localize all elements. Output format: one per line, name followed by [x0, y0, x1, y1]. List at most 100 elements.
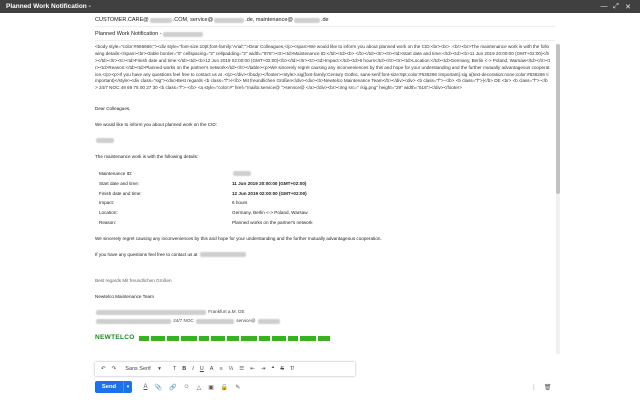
maintenance-details-table: Maintenance ID: Start date and time: 11 … [99, 170, 313, 228]
detail-value: 6 hours [232, 200, 248, 206]
redacted-block [96, 318, 171, 324]
raw-html-source: <body style="color:#666666;"><div style=… [95, 44, 550, 91]
redacted-block [96, 309, 206, 315]
formatting-options-icon[interactable]: A [144, 384, 148, 390]
redacted-block [257, 318, 280, 324]
logo-segment [258, 335, 270, 341]
detail-value: 11 Jun 2019 20:00:00 (GMT+02:00) [232, 180, 307, 186]
minimize-icon[interactable]: — [598, 3, 610, 10]
detail-key: Maintenance ID: [99, 171, 133, 177]
redacted-block [162, 31, 203, 37]
detail-key: Start date and time: [99, 180, 140, 186]
font-name: Sans Serif [125, 366, 151, 372]
detail-key: Reason: [99, 219, 117, 225]
redacted-block [196, 318, 234, 324]
logo-segment [271, 335, 286, 341]
logo-segment [180, 335, 197, 341]
signature-address-line-2: 24/7 NOC service@ [95, 318, 550, 325]
delete-icon[interactable]: 🗑 [544, 384, 552, 391]
redacted-block [149, 17, 172, 23]
subject-text: Planned Work Notification - [95, 31, 162, 37]
undo-icon[interactable]: ↶ [101, 366, 106, 372]
redacted-block [293, 17, 320, 23]
table-row: Start date and time: 11 Jun 2019 20:00:0… [99, 179, 313, 189]
detail-value: 12 Jun 2019 02:00:00 (GMT+02:00) [232, 190, 307, 196]
chevron-down-icon: ▾ [158, 366, 161, 372]
quote-icon[interactable]: ❝ [271, 366, 274, 372]
newtelco-logo: NEWTELCO [95, 333, 550, 343]
regret-text: We sincerely regret causing any inconven… [95, 235, 382, 241]
align-icon[interactable]: ≡ [219, 366, 222, 372]
logo-segment [150, 335, 165, 341]
drive-icon[interactable]: △ [197, 384, 202, 391]
logo-segment [166, 335, 179, 341]
compose-bottom-toolbar: Send ▾ A 📎 🔗 ☺ △ ▣ 🔒 ✎ ⋮ 🗑 [95, 380, 555, 394]
detail-key: Finish date and time: [99, 190, 142, 196]
indent-more-icon[interactable]: ⇥ [261, 366, 266, 372]
table-row: Maintenance ID: [99, 170, 313, 180]
font-select[interactable]: Sans Serif ▾ [122, 366, 164, 372]
details-intro: The maintenance work is with the followi… [95, 153, 199, 159]
more-options-icon[interactable]: ⋮ [531, 384, 537, 391]
window-title: Planned Work Notification - [6, 3, 91, 10]
recipient-part: .de, maintenance@ [245, 17, 293, 23]
detail-key: Impact: [99, 200, 115, 206]
recipient-part: CUSTOMER.CARE@ [95, 17, 149, 23]
subject-field[interactable]: Planned Work Notification - [95, 28, 555, 41]
signature-icon[interactable]: ✎ [235, 384, 240, 391]
logo-segment [210, 335, 225, 341]
intro-text: We would like to inform you about planne… [95, 122, 217, 128]
formatting-toolbar: ↶ ↷ Sans Serif ▾ T B I U A ≡ ⅓ ☰ ⇤ ⇥ ❝ S… [95, 362, 355, 376]
emoji-icon[interactable]: ☺ [183, 384, 189, 390]
logo-segment [299, 335, 316, 341]
close-icon[interactable]: ✕ [622, 3, 634, 11]
logo-segment [287, 335, 298, 341]
detail-key: Location: [99, 209, 118, 215]
signature-team: Newtelco Maintenance Team [95, 293, 154, 299]
clear-format-icon[interactable]: T̸ [290, 366, 293, 372]
signature-noc: 24/7 NOC [173, 318, 194, 324]
detail-value: Germany, Berlin <-> Poland, Warsaw [232, 209, 308, 215]
detail-value: Planned works on the partner's network [232, 219, 313, 225]
logo-segment [226, 335, 239, 341]
lock-icon[interactable]: 🔒 [221, 384, 228, 391]
link-icon[interactable]: 🔗 [169, 384, 176, 391]
text-color-icon[interactable]: A [210, 366, 214, 372]
table-row: Impact: 6 hours [99, 199, 313, 209]
signature-address-line-1: Frankfurt a.M. DE [95, 309, 550, 316]
logo-segment [138, 335, 149, 341]
body-scrollbar[interactable] [556, 44, 560, 354]
scrollbar-thumb[interactable] [556, 44, 560, 194]
signature-email: service@ [236, 318, 256, 324]
italic-icon[interactable]: I [192, 366, 194, 372]
indent-less-icon[interactable]: ⇤ [250, 366, 255, 372]
redacted-block [214, 17, 245, 23]
signature-city: Frankfurt a.M. DE [208, 309, 245, 315]
recipient-part: .COM, service@ [172, 17, 214, 23]
cid-redacted [95, 138, 550, 145]
send-button[interactable]: Send [95, 381, 123, 393]
redo-icon[interactable]: ↷ [112, 366, 117, 372]
underline-icon[interactable]: U [200, 366, 204, 372]
bold-icon[interactable]: B [182, 366, 186, 372]
signature-regards: Best regards Mit freundlichen Grüßen [95, 277, 172, 283]
redacted-block [199, 252, 246, 257]
recipients-field[interactable]: CUSTOMER.CARE@ .COM, service@ .de, maint… [95, 14, 555, 27]
font-size-icon[interactable]: T [173, 366, 176, 372]
logo-segment [240, 335, 257, 341]
bulleted-list-icon[interactable]: ☰ [239, 366, 244, 372]
logo-text: NEWTELCO [95, 334, 135, 342]
table-row: Location: Germany, Berlin <-> Poland, Wa… [99, 208, 313, 218]
message-body[interactable]: <body style="color:#666666;"><div style=… [95, 44, 550, 343]
strikethrough-icon[interactable]: S [280, 366, 284, 372]
maximize-icon[interactable]: ⤢ [610, 3, 622, 11]
logo-segment [317, 335, 330, 341]
attach-icon[interactable]: 📎 [155, 384, 162, 391]
table-row: Finish date and time: 12 Jun 2019 02:00:… [99, 189, 313, 199]
photo-icon[interactable]: ▣ [208, 384, 214, 391]
table-row: Reason: Planned works on the partner's n… [99, 218, 313, 228]
numbered-list-icon[interactable]: ⅓ [229, 366, 234, 372]
send-options-button[interactable]: ▾ [123, 381, 132, 393]
questions-line: If you have any questions feel free to c… [95, 252, 550, 259]
logo-segment [198, 335, 209, 341]
